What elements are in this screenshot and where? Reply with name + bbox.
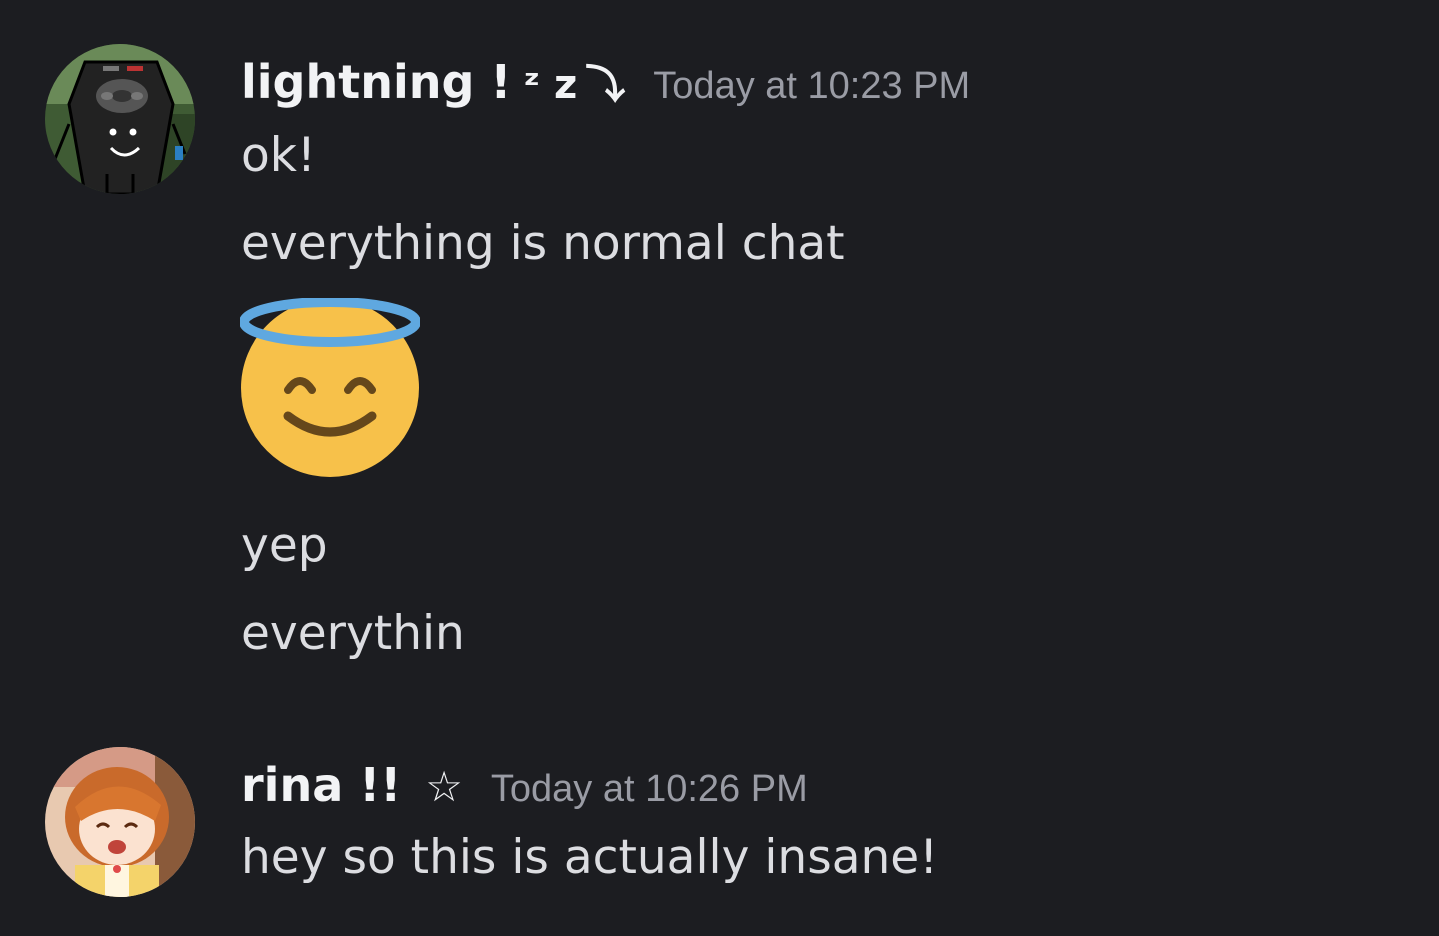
username-suffix: ᶻ z [523, 62, 578, 108]
message-text: everythin [241, 606, 465, 661]
message-header: lightning ! ᶻ z ⤵ Today at 10:23 PM [241, 52, 970, 110]
anime-girl-avatar-icon [45, 747, 195, 897]
message-header: rina !! ☆ Today at 10:26 PM [241, 758, 808, 812]
star-icon: ☆ [425, 762, 463, 811]
chat-log: lightning ! ᶻ z ⤵ Today at 10:23 PM ok! … [0, 0, 1439, 936]
username[interactable]: rina !! [241, 758, 401, 812]
curved-arrow-icon: ⤵ [585, 62, 626, 108]
timestamp[interactable]: Today at 10:23 PM [653, 65, 970, 108]
timestamp[interactable]: Today at 10:26 PM [491, 768, 808, 811]
message-text: everything is normal chat [241, 216, 845, 271]
user-avatar[interactable] [45, 747, 195, 897]
remote-control-character-avatar-icon [45, 44, 195, 194]
smiling-face-with-halo-icon [239, 297, 421, 478]
message-text: yep [241, 518, 328, 573]
user-avatar[interactable] [45, 44, 195, 194]
message-text: ok! [241, 128, 316, 183]
message-text: hey so this is actually insane! [241, 830, 939, 885]
username[interactable]: lightning ! [241, 55, 511, 109]
